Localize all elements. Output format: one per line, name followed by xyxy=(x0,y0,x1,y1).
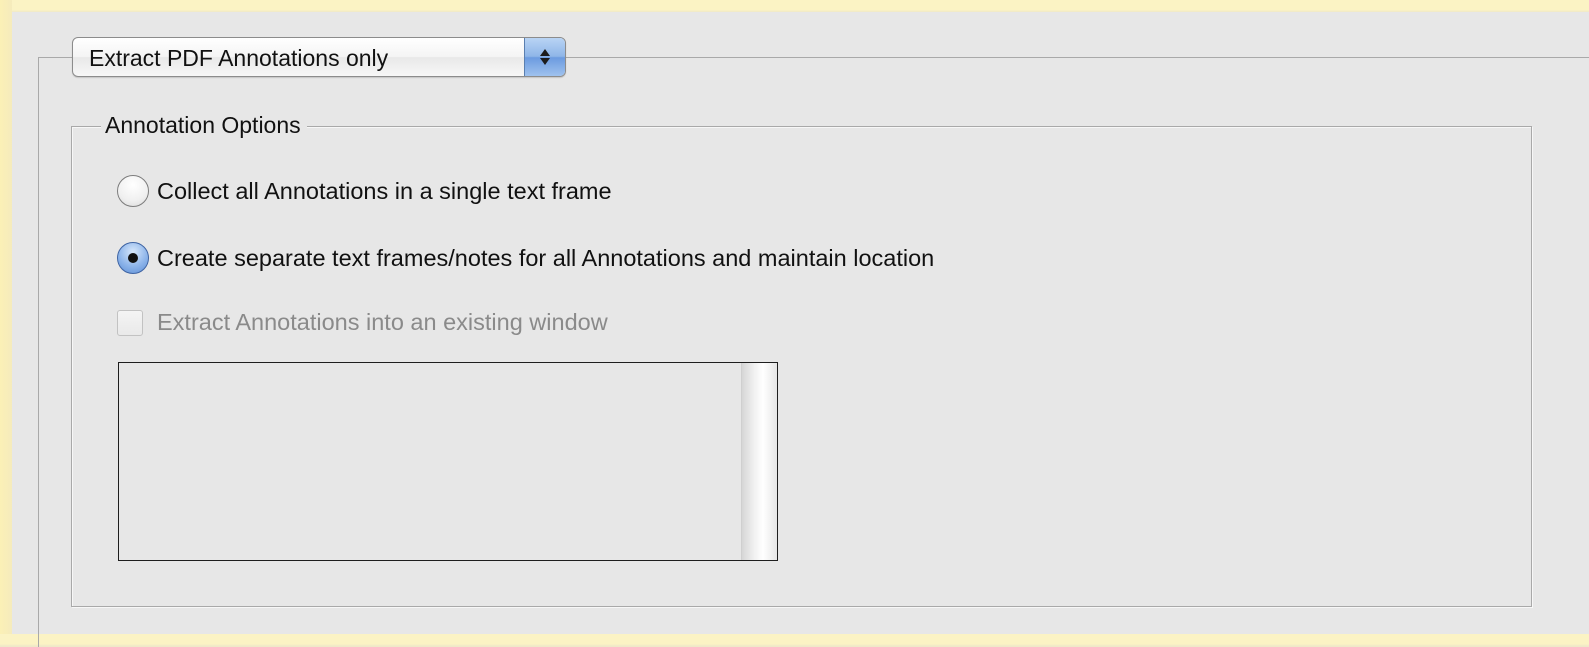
annotation-options-legend: Annotation Options xyxy=(101,112,307,139)
arrow-up-icon xyxy=(540,49,550,56)
radio-selected-dot-icon xyxy=(128,253,138,263)
separate-frames-option[interactable]: Create separate text frames/notes for al… xyxy=(117,242,934,274)
existing-window-checkbox[interactable] xyxy=(117,309,143,336)
existing-window-list[interactable] xyxy=(118,362,778,561)
extraction-mode-selected-value: Extract PDF Annotations only xyxy=(89,45,389,71)
window-list-scrollbar[interactable] xyxy=(741,363,777,560)
collect-single-frame-option[interactable]: Collect all Annotations in a single text… xyxy=(117,175,612,207)
existing-window-label[interactable]: Extract Annotations into an existing win… xyxy=(157,309,608,336)
up-down-arrows-icon[interactable] xyxy=(524,38,565,76)
separate-frames-radio[interactable] xyxy=(117,242,149,274)
collect-single-frame-radio[interactable] xyxy=(117,175,149,207)
background-edge xyxy=(0,0,12,634)
separate-frames-label[interactable]: Create separate text frames/notes for al… xyxy=(157,245,934,272)
existing-window-option[interactable]: Extract Annotations into an existing win… xyxy=(117,309,608,336)
extraction-mode-popup[interactable]: Extract PDF Annotations only xyxy=(72,37,566,77)
arrow-down-icon xyxy=(540,58,550,65)
collect-single-frame-label[interactable]: Collect all Annotations in a single text… xyxy=(157,178,612,205)
